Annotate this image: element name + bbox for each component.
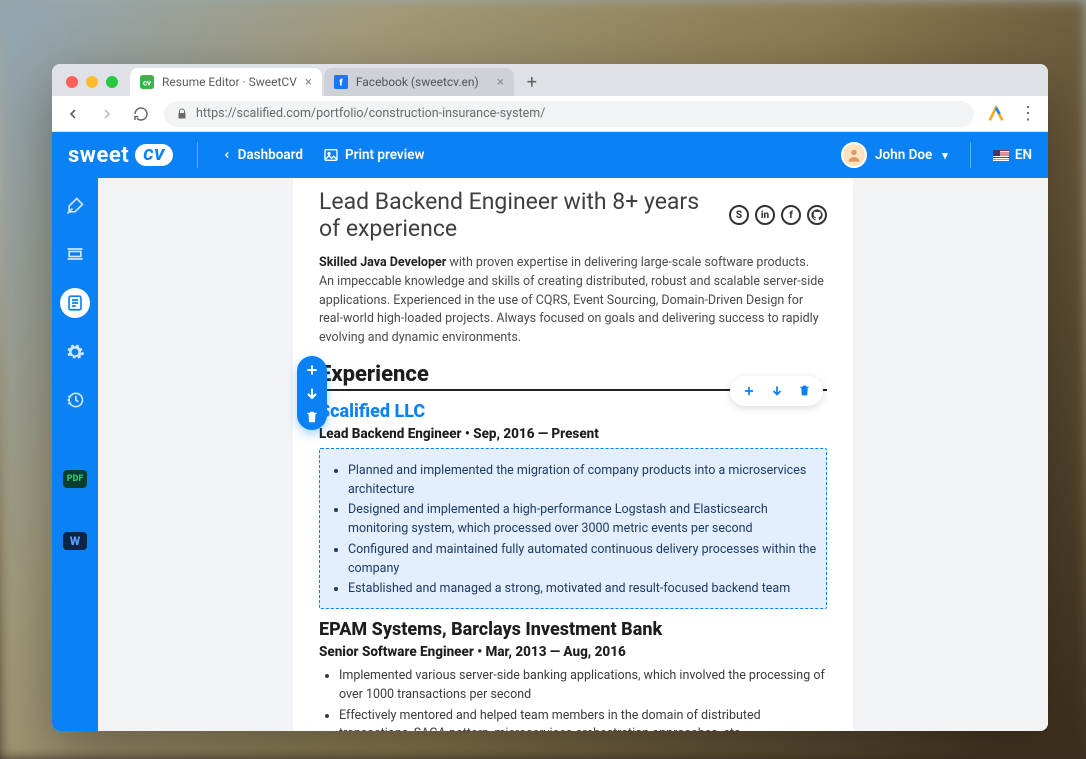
favicon-sweetcv: cv: [140, 75, 154, 89]
user-name: John Doe: [875, 147, 932, 163]
bullet-list: Implemented various server-side banking …: [339, 666, 827, 731]
job-dates-text: Sep, 2016 — Present: [473, 426, 599, 442]
separator: [197, 142, 198, 168]
chevron-left-icon: [222, 150, 232, 160]
svg-text:f: f: [339, 78, 343, 89]
new-tab-button[interactable]: +: [520, 70, 544, 94]
lock-icon: [176, 108, 188, 120]
back-button[interactable]: [62, 106, 84, 122]
window-controls: [60, 76, 128, 96]
section-tools-column: [297, 356, 327, 430]
bullet-item[interactable]: Planned and implemented the migration of…: [348, 461, 818, 501]
job-company[interactable]: EPAM Systems, Barclays Investment Bank: [319, 619, 827, 640]
image-icon: [323, 147, 339, 163]
minimize-window-button[interactable]: [86, 76, 98, 88]
bullet-item[interactable]: Established and managed a strong, motiva…: [348, 579, 818, 600]
bullet-item[interactable]: Effectively mentored and helped team mem…: [339, 706, 827, 732]
export-pdf-button[interactable]: PDF: [63, 470, 87, 488]
linkedin-icon[interactable]: in: [755, 205, 775, 225]
social-icons: S in f: [729, 205, 827, 225]
close-tab-icon[interactable]: ×: [305, 75, 312, 90]
word-label: W: [70, 534, 80, 548]
app-toolbar: sweet CV Dashboard Print preview John Do…: [52, 132, 1048, 178]
logo[interactable]: sweet CV: [68, 143, 173, 168]
job-role-text: Lead Backend Engineer: [319, 426, 462, 442]
print-preview-label: Print preview: [345, 147, 424, 163]
job-role-text: Senior Software Engineer: [319, 644, 474, 660]
bullet-item[interactable]: Implemented various server-side banking …: [339, 666, 827, 706]
url-text: https://scalified.com/portfolio/construc…: [196, 106, 545, 121]
github-icon[interactable]: [807, 205, 827, 225]
sidebar-item-layout[interactable]: [61, 240, 89, 268]
add-item-button[interactable]: [742, 384, 756, 398]
editor-canvas[interactable]: Lead Backend Engineer with 8+ years of e…: [98, 178, 1048, 731]
browser-window: cv Resume Editor · SweetCV × f Facebook …: [52, 64, 1048, 731]
resume-headline[interactable]: Lead Backend Engineer with 8+ years of e…: [319, 188, 719, 242]
extension-icon[interactable]: [986, 104, 1006, 124]
browser-tab-active[interactable]: cv Resume Editor · SweetCV ×: [130, 68, 322, 96]
job-role[interactable]: Senior Software Engineer • Mar, 2013 — A…: [319, 644, 827, 660]
language-label: EN: [1015, 147, 1032, 163]
selected-bullets-box[interactable]: Planned and implemented the migration of…: [319, 448, 827, 609]
dashboard-label: Dashboard: [238, 147, 303, 163]
job-role-selected[interactable]: Lead Backend Engineer • Sep, 2016 — Pres…: [319, 426, 827, 442]
address-bar[interactable]: https://scalified.com/portfolio/construc…: [164, 101, 974, 127]
summary-bold: Skilled Java Developer: [319, 255, 446, 270]
delete-section-button[interactable]: [305, 410, 319, 424]
browser-menu-button[interactable]: ⋮: [1018, 103, 1038, 124]
avatar: [841, 142, 867, 168]
logo-text-b: CV: [135, 144, 172, 166]
user-menu[interactable]: John Doe ▾: [841, 142, 948, 168]
close-tab-icon[interactable]: ×: [497, 75, 504, 90]
resume-page: Lead Backend Engineer with 8+ years of e…: [293, 178, 853, 731]
logo-text-a: sweet: [68, 143, 129, 168]
svg-text:cv: cv: [143, 79, 151, 88]
print-preview-button[interactable]: Print preview: [323, 147, 424, 163]
experience-section: Experience Scalified LLC Lead Backend En…: [319, 362, 827, 609]
bullet-item[interactable]: Designed and implemented a high-performa…: [348, 500, 818, 540]
browser-tabbar: cv Resume Editor · SweetCV × f Facebook …: [52, 64, 1048, 96]
sidebar-item-settings[interactable]: [61, 338, 89, 366]
sidebar-item-history[interactable]: [61, 386, 89, 414]
forward-button[interactable]: [96, 106, 118, 122]
resume-headline-row: Lead Backend Engineer with 8+ years of e…: [319, 178, 827, 242]
browser-tab-inactive[interactable]: f Facebook (sweetcv.en) ×: [324, 68, 514, 96]
job-dates-text: Mar, 2013 — Aug, 2016: [486, 644, 626, 660]
browser-toolbar: https://scalified.com/portfolio/construc…: [52, 96, 1048, 132]
skype-icon[interactable]: S: [729, 205, 749, 225]
move-item-down-button[interactable]: [770, 384, 784, 398]
maximize-window-button[interactable]: [106, 76, 118, 88]
move-down-button[interactable]: [304, 386, 320, 402]
sidebar: PDF W: [52, 178, 98, 731]
sidebar-item-design[interactable]: [61, 192, 89, 220]
bullet-list: Planned and implemented the migration of…: [348, 461, 818, 600]
pdf-label: PDF: [67, 474, 84, 484]
close-window-button[interactable]: [66, 76, 78, 88]
sidebar-item-sections[interactable]: [60, 288, 90, 318]
separator: [970, 142, 971, 168]
facebook-icon[interactable]: f: [781, 205, 801, 225]
bullet-item[interactable]: Configured and maintained fully automate…: [348, 540, 818, 580]
add-section-button[interactable]: [304, 362, 320, 378]
export-word-button[interactable]: W: [63, 532, 87, 550]
flag-icon: [993, 150, 1009, 161]
favicon-facebook: f: [334, 75, 348, 89]
tab-title: Facebook (sweetcv.en): [356, 75, 479, 89]
chevron-down-icon: ▾: [942, 149, 948, 162]
dashboard-link[interactable]: Dashboard: [222, 147, 303, 163]
tab-title: Resume Editor · SweetCV: [162, 75, 297, 89]
resume-summary[interactable]: Skilled Java Developer with proven exper…: [319, 254, 827, 348]
item-tools-row: [730, 376, 823, 406]
language-switcher[interactable]: EN: [993, 147, 1032, 163]
workspace: PDF W Lead Backend Engineer with 8+ year…: [52, 178, 1048, 731]
reload-button[interactable]: [130, 106, 152, 122]
delete-item-button[interactable]: [798, 384, 811, 397]
